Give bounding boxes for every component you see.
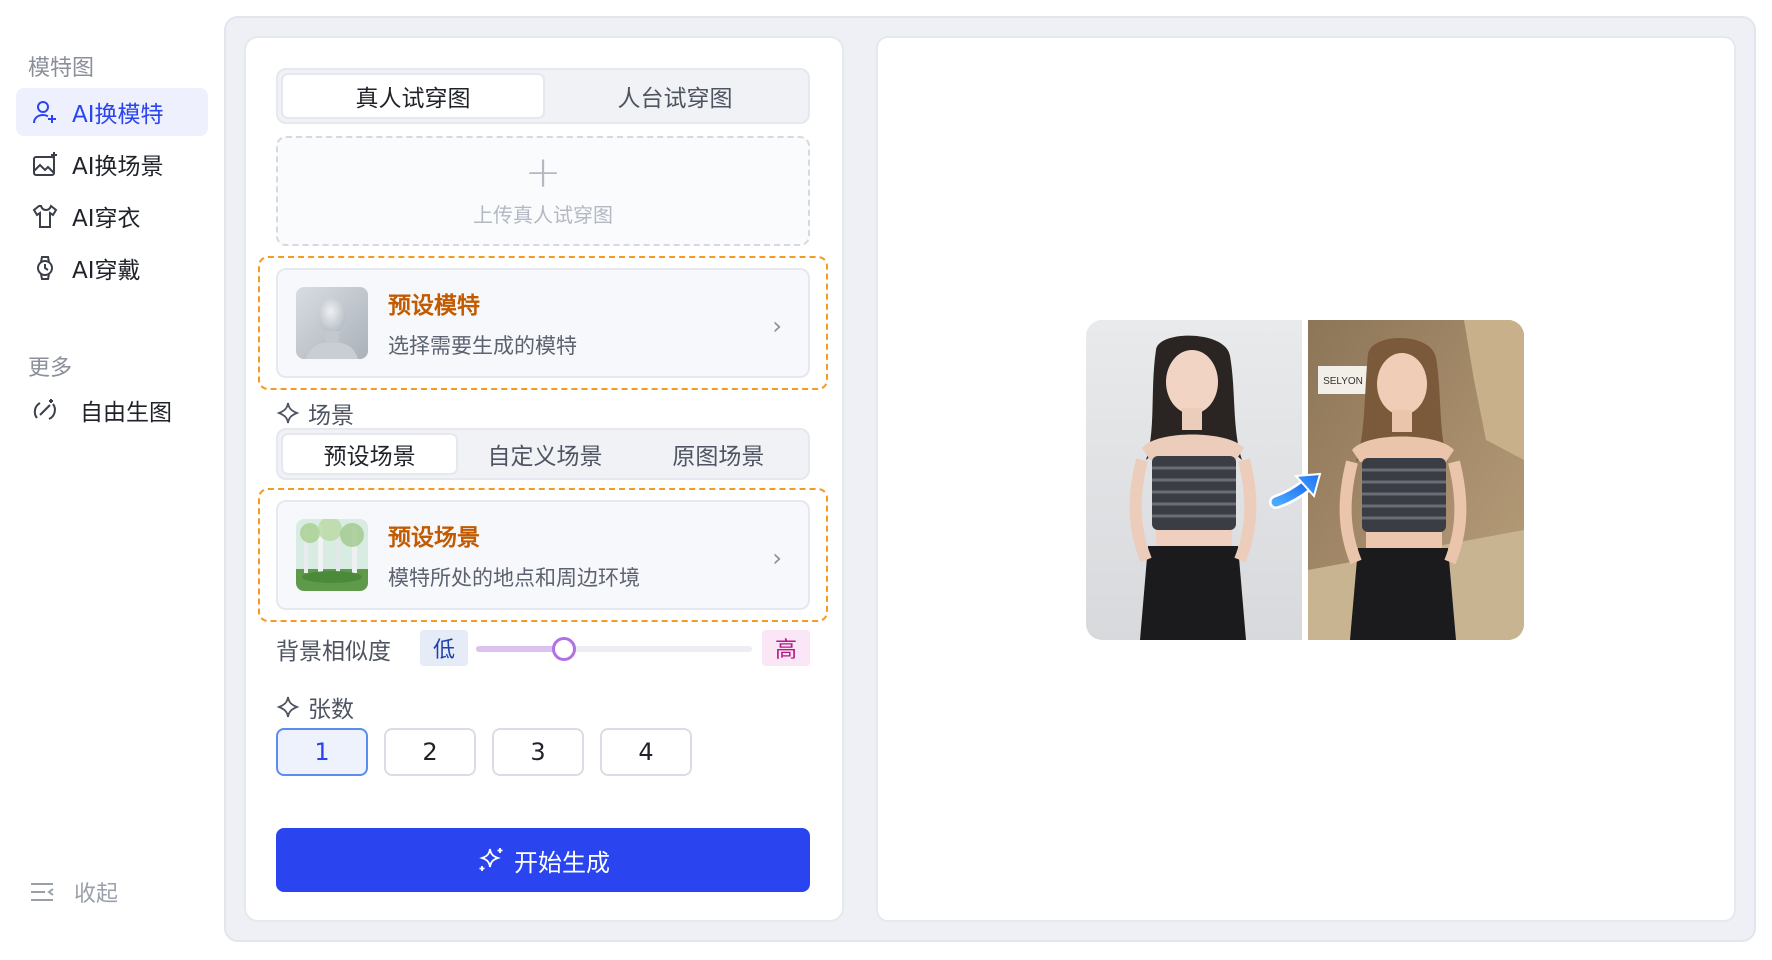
- scene-thumbnail: [296, 519, 368, 591]
- start-generate-button[interactable]: 开始生成: [276, 828, 810, 892]
- sidebar-item-label: AI穿衣: [72, 206, 141, 232]
- upload-label: 上传真人试穿图: [473, 202, 613, 227]
- scene-label: 场景: [308, 403, 354, 429]
- shirt-icon: [30, 201, 60, 231]
- similarity-label: 背景相似度: [276, 639, 391, 665]
- sidebar-section-title: 模特图: [28, 56, 95, 81]
- tab-preset-scene[interactable]: 预设场景: [281, 433, 459, 475]
- chevron-right-icon: ›: [772, 544, 782, 572]
- example-comparison-image: SELYON: [1086, 320, 1524, 640]
- sidebar-item-ai-model[interactable]: AI换模特: [16, 88, 208, 136]
- sidebar-item-label: 自由生图: [80, 400, 172, 426]
- preset-model-card[interactable]: 预设模特 选择需要生成的模特 ›: [276, 268, 810, 378]
- sparkle-icon: [276, 696, 300, 718]
- sparkle-icon: [276, 402, 300, 424]
- count-label: 张数: [308, 697, 354, 723]
- collapse-button[interactable]: 收起: [28, 876, 118, 908]
- scene-section-label: 场景: [276, 396, 354, 430]
- collapse-icon: [31, 883, 54, 901]
- upload-area[interactable]: + 上传真人试穿图: [276, 136, 810, 246]
- sidebar-item-label: AI换场景: [72, 154, 164, 180]
- tab-original-scene[interactable]: 原图场景: [632, 433, 805, 475]
- chevron-right-icon: ›: [772, 312, 782, 340]
- sidebar-item-ai-scene[interactable]: AI换场景: [16, 140, 208, 188]
- slider-fill: [476, 646, 565, 652]
- similarity-high-chip: 高: [762, 630, 810, 666]
- similarity-low-chip: 低: [420, 630, 468, 666]
- model-card-title: 预设模特: [388, 293, 480, 319]
- sidebar-item-ai-wear[interactable]: AI穿戴: [16, 244, 208, 292]
- sidebar-item-ai-dress[interactable]: AI穿衣: [16, 192, 208, 240]
- preset-scene-card[interactable]: 预设场景 模特所处的地点和周边环境 ›: [276, 500, 810, 610]
- model-thumbnail: [296, 287, 368, 359]
- tryon-tabs: 真人试穿图 人台试穿图: [276, 68, 810, 124]
- start-generate-label: 开始生成: [514, 848, 610, 877]
- model-card-text: 预设模特 选择需要生成的模特: [388, 286, 577, 360]
- similarity-slider[interactable]: [476, 637, 752, 661]
- sidebar-item-label: AI换模特: [72, 102, 164, 128]
- magic-brush-icon: [30, 395, 60, 425]
- user-plus-icon: [30, 97, 60, 127]
- sparkles-icon: [479, 848, 503, 871]
- scene-card-text: 预设场景 模特所处的地点和周边环境: [388, 518, 640, 592]
- sidebar-item-free-gen[interactable]: 自由生图: [16, 386, 208, 434]
- count-option-2[interactable]: 2: [384, 728, 476, 776]
- scene-tabs: 预设场景 自定义场景 原图场景: [276, 428, 810, 480]
- image-sparkle-icon: [30, 149, 60, 179]
- scene-card-desc: 模特所处的地点和周边环境: [388, 566, 640, 590]
- sign-text: SELYON: [1323, 376, 1363, 387]
- app: 模特图 AI换模特 AI换场景 AI穿衣 AI穿戴 更多 自由生图 收起 真人试…: [0, 0, 1772, 960]
- count-option-4[interactable]: 4: [600, 728, 692, 776]
- watch-icon: [30, 253, 60, 283]
- tab-mannequin-tryon[interactable]: 人台试穿图: [545, 73, 805, 119]
- sidebar-item-label: AI穿戴: [72, 258, 141, 284]
- tab-real-person-tryon[interactable]: 真人试穿图: [281, 73, 545, 119]
- scene-card-title: 预设场景: [388, 525, 480, 551]
- count-section-label: 张数: [276, 690, 354, 724]
- count-option-1[interactable]: 1: [276, 728, 368, 776]
- plus-icon: +: [524, 146, 562, 198]
- model-card-desc: 选择需要生成的模特: [388, 334, 577, 358]
- sidebar: 模特图 AI换模特 AI换场景 AI穿衣 AI穿戴 更多 自由生图 收起: [0, 0, 224, 960]
- tab-custom-scene[interactable]: 自定义场景: [458, 433, 631, 475]
- sidebar-section-title-more: 更多: [28, 356, 73, 381]
- collapse-label: 收起: [74, 882, 119, 907]
- count-option-3[interactable]: 3: [492, 728, 584, 776]
